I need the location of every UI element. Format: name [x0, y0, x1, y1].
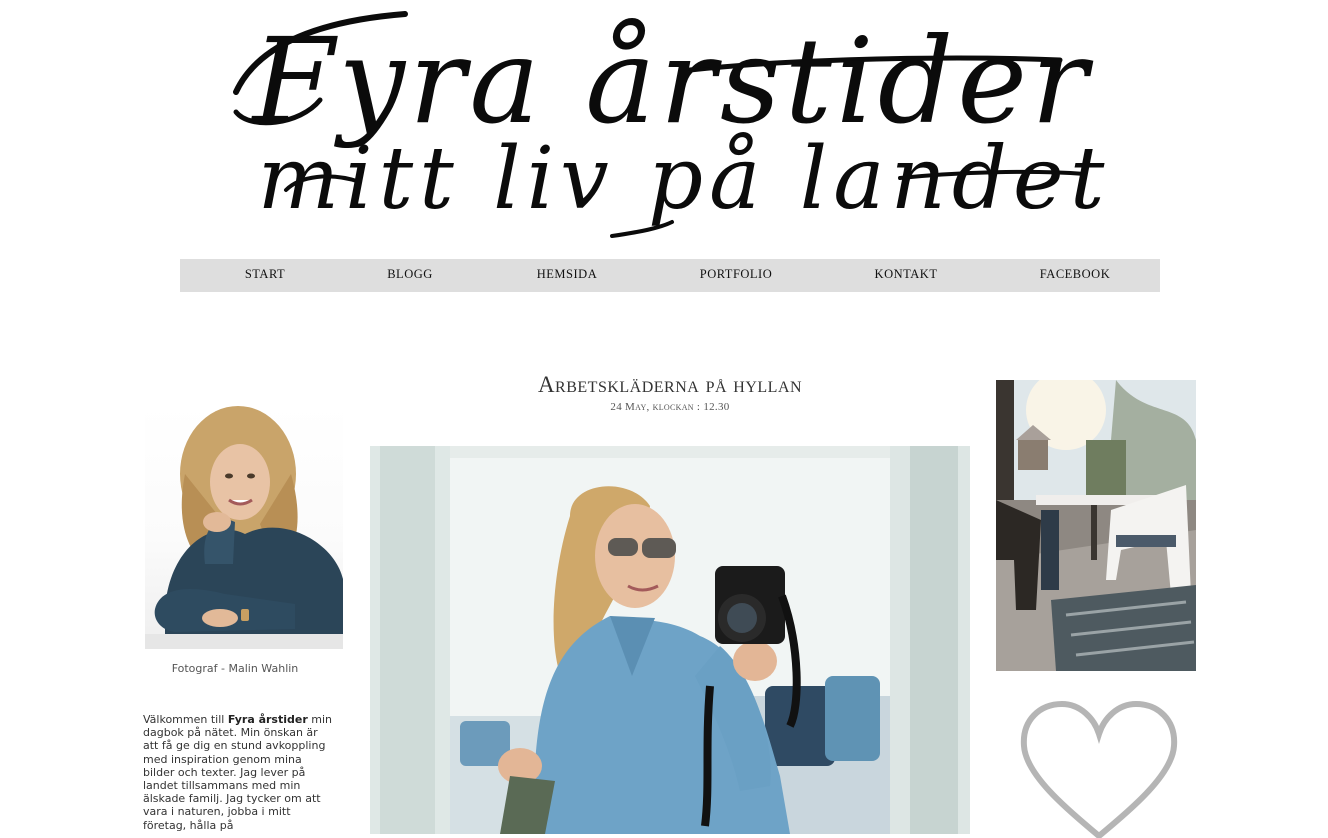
welcome-blog-name: Fyra årstider — [227, 713, 308, 726]
welcome-prefix: Välkommen till — [143, 713, 228, 726]
nav-item-start[interactable]: START — [245, 259, 285, 292]
main-nav: START BLOGG HEMSIDA PORTFOLIO KONTAKT FA… — [180, 259, 1160, 292]
welcome-text: Välkommen till Fyra årstider min dagbok … — [143, 713, 333, 832]
nav-item-blogg[interactable]: BLOGG — [387, 259, 433, 292]
nav-item-portfolio[interactable]: PORTFOLIO — [700, 259, 773, 292]
patio-photo[interactable] — [996, 380, 1196, 671]
post-image[interactable] — [370, 446, 970, 834]
nav-item-kontakt[interactable]: KONTAKT — [875, 259, 938, 292]
logo-subtitle: mitt liv på landet — [258, 129, 1111, 229]
heart-icon — [1020, 700, 1178, 838]
site-header: Fyra årstider mitt liv på landet — [0, 0, 1328, 250]
portrait-caption: Fotograf - Malin Wahlin — [171, 662, 299, 675]
author-portrait — [145, 404, 343, 649]
nav-item-hemsida[interactable]: HEMSIDA — [537, 259, 597, 292]
welcome-body: min dagbok på nätet. Min önskan är att f… — [143, 713, 333, 832]
site-logo[interactable]: Fyra årstider mitt liv på landet — [0, 0, 1328, 250]
post-title[interactable]: Arbetskläderna på hyllan — [370, 372, 970, 398]
post-date: 24 May, klockan : 12.30 — [610, 401, 730, 413]
nav-item-facebook[interactable]: FACEBOOK — [1040, 259, 1110, 292]
